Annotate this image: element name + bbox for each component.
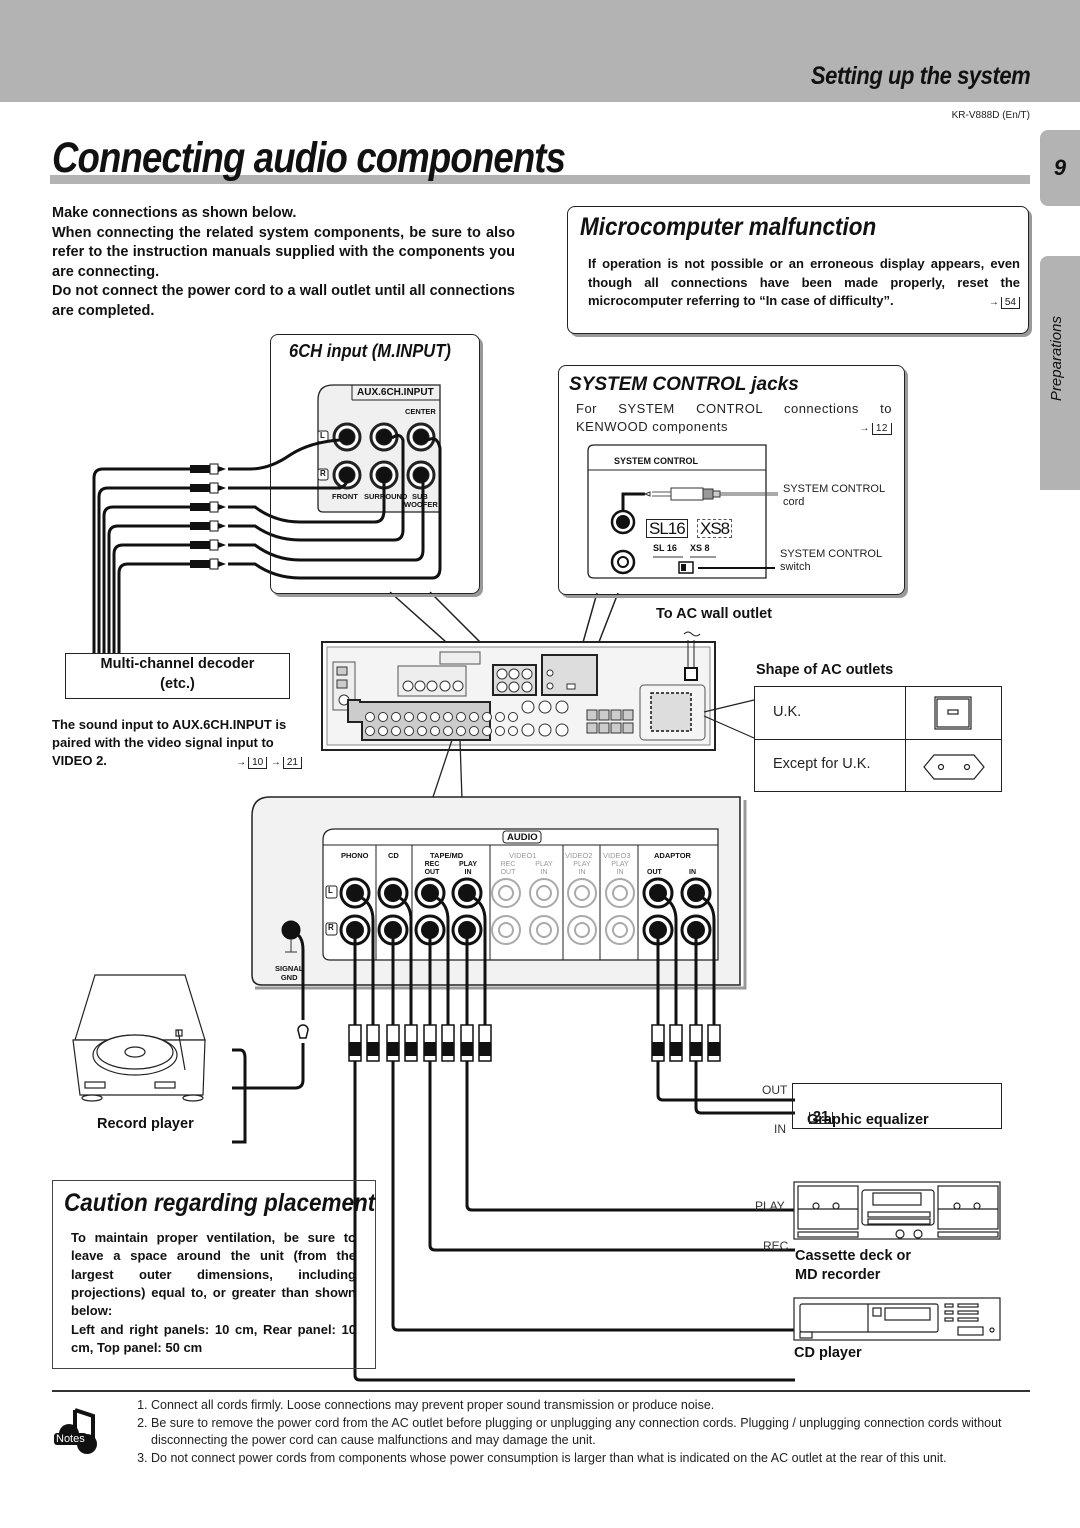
record-player-label: Record player	[97, 1116, 194, 1132]
video1-rec-out: REC OUT	[500, 861, 516, 876]
outlet-shape-table: U.K. Except for U.K.	[754, 686, 1002, 792]
six-ch-input-panel: 6CH input (M.INPUT)	[270, 334, 480, 594]
arrow-icon: →	[859, 423, 870, 434]
xs8-label: XS 8	[690, 543, 710, 553]
caution-dims: Left and right panels: 10 cm, Rear panel…	[71, 1322, 356, 1356]
cassette-deck-icon	[793, 1181, 1001, 1240]
signal-gnd-terminal	[281, 920, 301, 940]
audio-panel-title: AUDIO	[507, 832, 538, 843]
cord-label-line2: cord	[783, 496, 805, 508]
decoder-line1: Multi-channel decoder	[100, 656, 255, 672]
video1-play-in: PLAY IN	[535, 861, 553, 876]
adaptor-in: IN	[689, 869, 696, 876]
page-ref[interactable]: 21	[282, 757, 302, 769]
record-player-icon	[72, 974, 206, 1102]
graphic-equalizer-box: Graphic equalizer → 21	[792, 1083, 1002, 1129]
woofer-label: WOOFER	[404, 500, 438, 509]
notes-icon-label: Notes	[54, 1433, 87, 1445]
ac-outlets	[650, 692, 692, 732]
graphic-equalizer-label: Graphic equalizer → 21	[800, 1098, 929, 1128]
cassette-deck-label: Cassette deck or MD recorder	[795, 1247, 911, 1285]
caution-title: Caution regarding placement	[64, 1189, 376, 1217]
xs8-display: XS8	[697, 519, 733, 538]
cd-player-icon	[793, 1297, 1001, 1341]
note-item: Do not connect power cords from componen…	[151, 1450, 1031, 1468]
system-control-switch-label: SYSTEM CONTROL switch	[780, 548, 882, 574]
left-marker: L	[320, 431, 325, 440]
system-control-title: SYSTEM CONTROL jacks	[569, 374, 799, 395]
cd-player-label: CD player	[794, 1345, 862, 1361]
outlet-row: U.K.	[755, 687, 1001, 740]
system-control-panel-label: SYSTEM CONTROL	[614, 456, 699, 466]
rca-plugs	[190, 463, 226, 570]
notes-list: Connect all cords firmly. Loose connecti…	[133, 1397, 1031, 1467]
aux-6ch-label: AUX.6CH.INPUT	[357, 387, 434, 398]
tape-rec-out: REC OUT	[424, 861, 440, 876]
video3-play-in: PLAY IN	[611, 861, 629, 876]
cassette-play-label: PLAY	[755, 1199, 785, 1213]
decoder-line2: (etc.)	[160, 676, 195, 692]
receiver-rear-panel	[321, 631, 755, 751]
column-video2: VIDEO2	[565, 851, 593, 860]
cassette-rec-label: REC	[763, 1239, 789, 1253]
tape-play-in: PLAY IN	[458, 861, 478, 876]
system-control-switch[interactable]	[680, 560, 692, 572]
cord-label-line1: SYSTEM CONTROL	[783, 483, 886, 495]
arrow-icon: →	[236, 757, 247, 768]
ac-wall-outlet-label: To AC wall outlet	[656, 606, 772, 622]
geq-in-label: IN	[774, 1122, 786, 1136]
sl16-label: SL 16	[653, 543, 677, 553]
audio-left-marker: L	[328, 886, 333, 895]
column-video1: VIDEO1	[509, 851, 537, 860]
system-control-cord-label: SYSTEM CONTROL cord	[783, 483, 885, 509]
cassette-label-line1: Cassette deck or	[795, 1248, 912, 1264]
multichannel-decoder-box: Multi-channel decoder (etc.)	[65, 653, 290, 699]
gnd-label-line1: SIGNAL	[275, 964, 304, 973]
sl16-display: SL16	[646, 519, 688, 538]
switch-label-line2: switch	[780, 561, 811, 573]
notes-icon	[59, 1408, 97, 1454]
surround-label: SURROUND	[364, 492, 408, 501]
audio-right-marker: R	[328, 923, 334, 932]
system-control-desc: For SYSTEM CONTROL connections to KENWOO…	[576, 400, 892, 438]
column-tape-md: TAPE/MD	[430, 851, 464, 860]
signal-gnd-label: SIGNAL GND	[275, 964, 303, 982]
adaptor-out: OUT	[647, 869, 662, 876]
column-phono: PHONO	[341, 851, 369, 860]
audio-panel	[251, 796, 747, 990]
note-item: Connect all cords firmly. Loose connecti…	[151, 1397, 1031, 1415]
right-marker: R	[320, 469, 326, 478]
geq-out-label: OUT	[762, 1083, 788, 1097]
column-video3: VIDEO3	[603, 851, 631, 860]
system-control-desc-text: For SYSTEM CONTROL connections to KENWOO…	[576, 401, 892, 434]
video2-play-in: PLAY IN	[573, 861, 591, 876]
gnd-label-line2: GND	[280, 973, 298, 982]
cassette-label-line2: MD recorder	[795, 1267, 881, 1283]
front-label: FRONT	[332, 492, 358, 501]
caution-box: Caution regarding placement To maintain …	[52, 1180, 376, 1369]
ac-shape-title: Shape of AC outlets	[756, 662, 894, 678]
note-item: Be sure to remove the power cord from th…	[151, 1415, 1031, 1450]
page-ref[interactable]: 12	[871, 423, 892, 435]
caution-body: To maintain proper ventilation, be sure …	[71, 1230, 356, 1319]
outlet-row-label: Except for U.K.	[773, 756, 871, 772]
center-label: CENTER	[405, 407, 436, 416]
column-adaptor: ADAPTOR	[654, 851, 691, 860]
six-ch-title: 6CH input (M.INPUT)	[289, 341, 451, 361]
aux-note: The sound input to AUX.6CH.INPUT is pair…	[52, 716, 302, 772]
outlet-row-label: U.K.	[773, 704, 802, 720]
notes-divider	[52, 1390, 1030, 1392]
arrow-icon: →	[270, 757, 281, 768]
table-divider	[905, 687, 907, 791]
page-ref[interactable]: 10	[248, 757, 268, 769]
switch-label-line1: SYSTEM CONTROL	[780, 548, 883, 560]
outlet-row: Except for U.K.	[755, 739, 1001, 791]
page-ref[interactable]: 21	[809, 1110, 834, 1124]
column-cd: CD	[388, 851, 399, 860]
